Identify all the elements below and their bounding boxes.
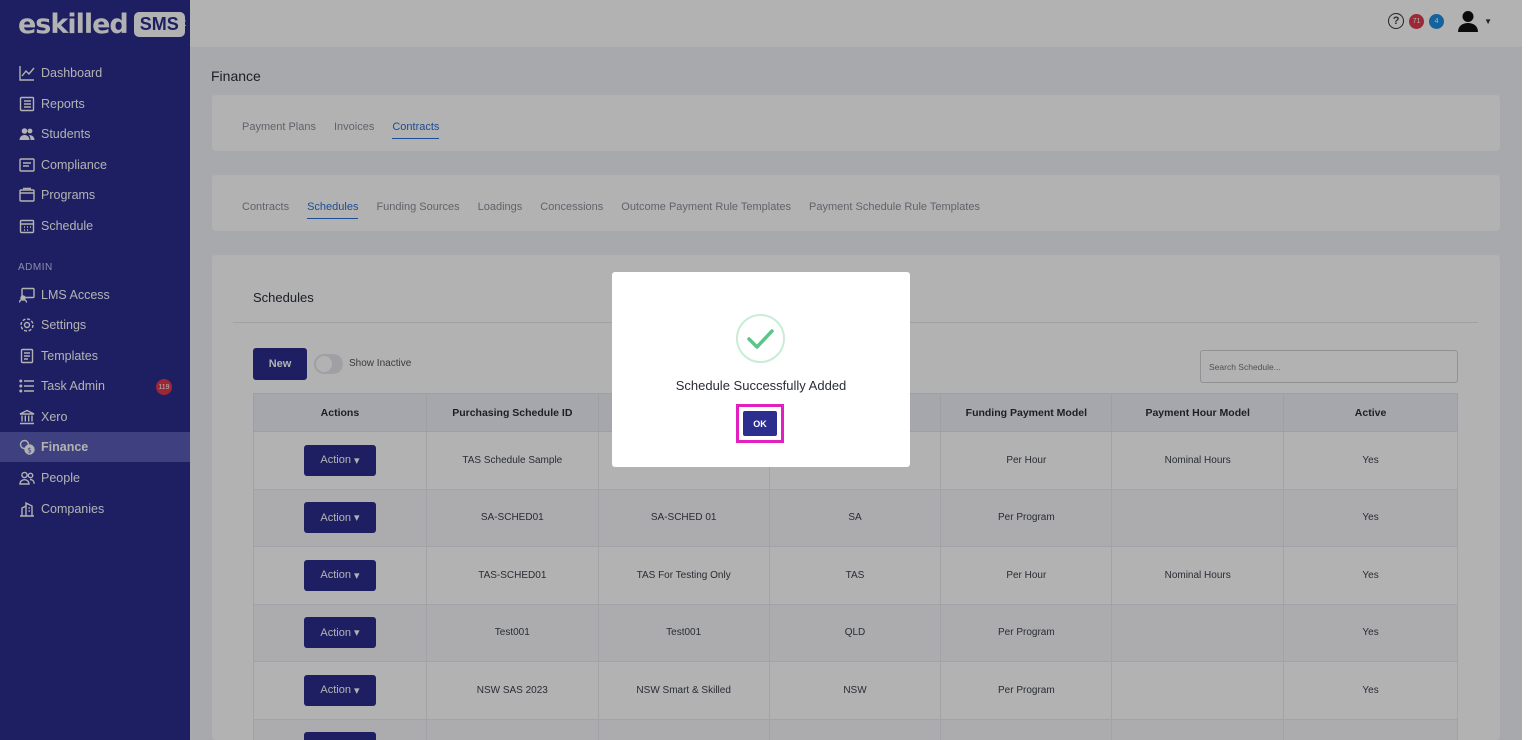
dialog-message: Schedule Successfully Added	[675, 378, 847, 393]
ok-button[interactable]: OK	[743, 411, 777, 436]
scrollbar[interactable]	[1522, 0, 1530, 740]
ok-button-highlight: OK	[736, 404, 784, 443]
success-check-icon	[736, 314, 785, 363]
success-dialog: Schedule Successfully Added OK	[612, 272, 910, 467]
